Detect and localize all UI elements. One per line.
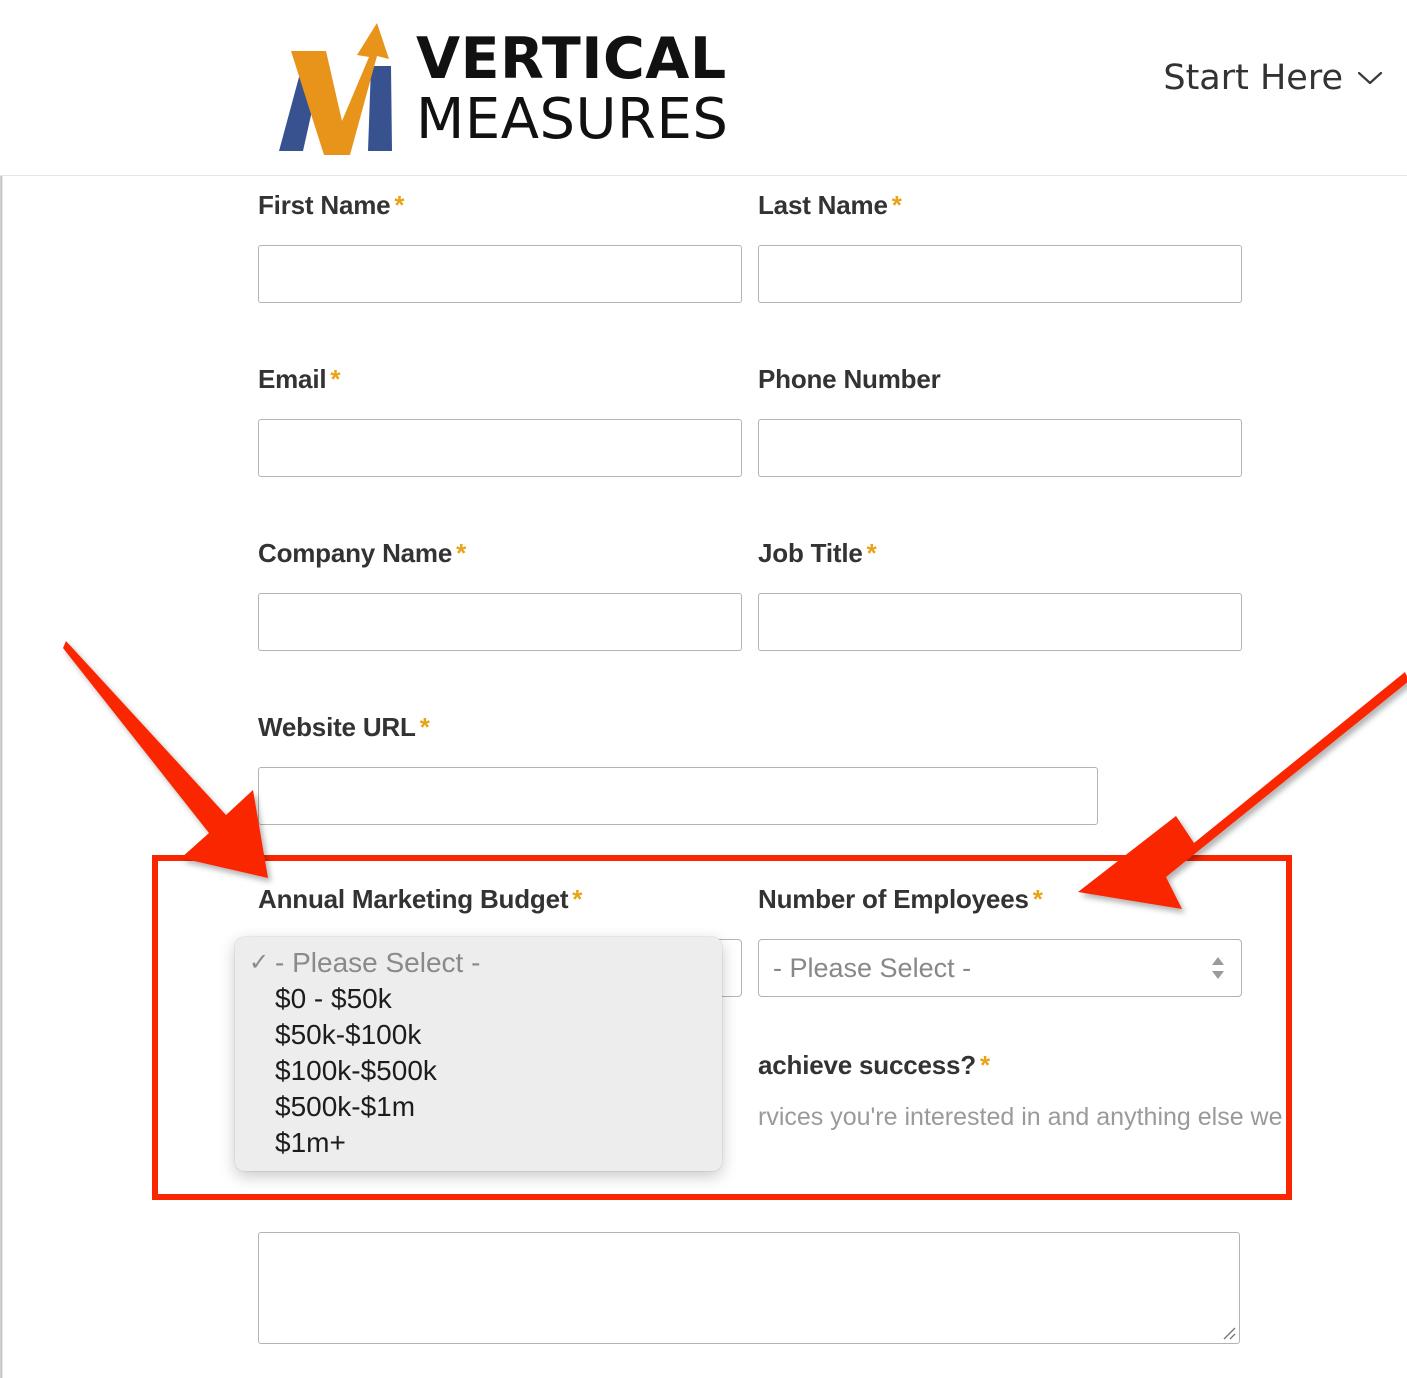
dropdown-option[interactable]: $100k-$500k bbox=[235, 1053, 722, 1089]
page-root: VERTICAL MEASURES Start Here First Name *… bbox=[0, 0, 1407, 1378]
required-asterisk: * bbox=[419, 712, 430, 742]
dropdown-option-label: $1m+ bbox=[275, 1127, 346, 1158]
number-of-employees-select-wrap: - Please Select - bbox=[758, 939, 1242, 997]
annual-marketing-budget-dropdown-menu[interactable]: ✓ - Please Select - $0 - $50k $50k-$100k… bbox=[235, 937, 722, 1171]
page-left-edge bbox=[0, 176, 3, 1378]
number-of-employees-label: Number of Employees * bbox=[758, 884, 1242, 915]
job-title-label-text: Job Title bbox=[758, 538, 863, 568]
nav-item-start-here[interactable]: Start Here bbox=[1163, 58, 1383, 98]
phone-number-input[interactable] bbox=[758, 419, 1242, 477]
phone-number-label-text: Phone Number bbox=[758, 364, 941, 394]
checkmark-icon: ✓ bbox=[249, 949, 270, 976]
field-website-url: Website URL * bbox=[258, 712, 1098, 825]
success-question-label-text: achieve success? bbox=[758, 1050, 976, 1080]
arrow-to-number-of-employees bbox=[1078, 672, 1407, 909]
number-of-employees-selected-value: - Please Select - bbox=[773, 952, 972, 983]
last-name-label-text: Last Name bbox=[758, 190, 888, 220]
updown-stepper-icon[interactable] bbox=[1210, 955, 1226, 981]
annual-marketing-budget-label: Annual Marketing Budget * bbox=[258, 884, 742, 915]
dropdown-option[interactable]: $500k-$1m bbox=[235, 1089, 722, 1125]
email-label: Email * bbox=[258, 364, 742, 395]
nav-start-here-label: Start Here bbox=[1163, 58, 1343, 98]
email-label-text: Email bbox=[258, 364, 327, 394]
field-job-title: Job Title * bbox=[758, 538, 1242, 651]
required-asterisk: * bbox=[1032, 884, 1043, 914]
success-question-helper-text: rvices you're interested in and anything… bbox=[758, 1103, 1283, 1131]
arrow-to-annual-marketing-budget bbox=[63, 641, 268, 878]
website-url-label: Website URL * bbox=[258, 712, 1098, 743]
dropdown-option-label: $0 - $50k bbox=[275, 983, 392, 1014]
dropdown-option[interactable]: $1m+ bbox=[235, 1125, 722, 1161]
dropdown-option-label: $50k-$100k bbox=[275, 1019, 422, 1050]
dropdown-option-label: $500k-$1m bbox=[275, 1091, 416, 1122]
vertical-measures-mark-icon bbox=[279, 23, 392, 155]
dropdown-option[interactable]: $0 - $50k bbox=[235, 981, 722, 1017]
company-name-label-text: Company Name bbox=[258, 538, 453, 568]
required-asterisk: * bbox=[979, 1050, 990, 1080]
field-phone-number: Phone Number bbox=[758, 364, 1242, 477]
company-name-label: Company Name * bbox=[258, 538, 742, 569]
field-first-name: First Name * bbox=[258, 190, 742, 303]
last-name-input[interactable] bbox=[758, 245, 1242, 303]
required-asterisk: * bbox=[330, 364, 341, 394]
dropdown-option-label: $100k-$500k bbox=[275, 1055, 437, 1086]
number-of-employees-select[interactable]: - Please Select - bbox=[758, 939, 1242, 997]
required-asterisk: * bbox=[394, 190, 405, 220]
dropdown-option[interactable]: ✓ - Please Select - bbox=[235, 945, 722, 981]
required-asterisk: * bbox=[866, 538, 877, 568]
field-success-question: achieve success? * rvices you're interest… bbox=[758, 1050, 1318, 1132]
field-email: Email * bbox=[258, 364, 742, 477]
success-question-label: achieve success? * bbox=[758, 1050, 1318, 1081]
email-input[interactable] bbox=[258, 419, 742, 477]
website-url-input[interactable] bbox=[258, 767, 1098, 825]
field-number-of-employees: Number of Employees * - Please Select - bbox=[758, 884, 1242, 997]
first-name-label-text: First Name bbox=[258, 190, 391, 220]
first-name-label: First Name * bbox=[258, 190, 742, 221]
success-question-textarea[interactable] bbox=[258, 1232, 1240, 1344]
site-header: VERTICAL MEASURES Start Here bbox=[0, 0, 1407, 176]
logo-line-2: MEASURES bbox=[416, 86, 729, 152]
required-asterisk: * bbox=[891, 190, 902, 220]
logo-wordmark: VERTICAL MEASURES bbox=[416, 25, 729, 152]
phone-number-label: Phone Number bbox=[758, 364, 1242, 395]
logo-line-1: VERTICAL bbox=[416, 25, 727, 92]
field-success-question-textarea-wrap bbox=[258, 1232, 1240, 1344]
site-logo[interactable]: VERTICAL MEASURES bbox=[258, 14, 728, 164]
required-asterisk: * bbox=[456, 538, 467, 568]
first-name-input[interactable] bbox=[258, 245, 742, 303]
dropdown-option-label: - Please Select - bbox=[275, 947, 481, 978]
job-title-label: Job Title * bbox=[758, 538, 1242, 569]
field-last-name: Last Name * bbox=[758, 190, 1242, 303]
website-url-label-text: Website URL bbox=[258, 712, 416, 742]
required-asterisk: * bbox=[572, 884, 583, 914]
company-name-input[interactable] bbox=[258, 593, 742, 651]
dropdown-option[interactable]: $50k-$100k bbox=[235, 1017, 722, 1053]
job-title-input[interactable] bbox=[758, 593, 1242, 651]
field-company-name: Company Name * bbox=[258, 538, 742, 651]
number-of-employees-label-text: Number of Employees bbox=[758, 884, 1029, 914]
chevron-down-icon bbox=[1357, 71, 1383, 85]
annual-marketing-budget-label-text: Annual Marketing Budget bbox=[258, 884, 569, 914]
last-name-label: Last Name * bbox=[758, 190, 1242, 221]
